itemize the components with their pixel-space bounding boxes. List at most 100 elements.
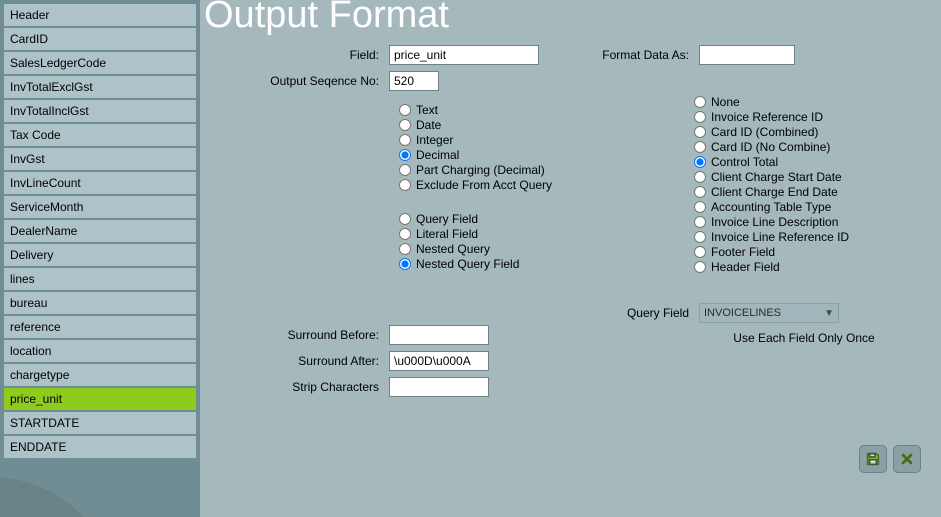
radio-date[interactable]: Date bbox=[399, 118, 604, 132]
query-field-value: INVOICELINES bbox=[704, 307, 781, 319]
radio-label: Accounting Table Type bbox=[711, 200, 831, 214]
radio-label: Footer Field bbox=[711, 245, 775, 259]
radio-label: Query Field bbox=[416, 212, 478, 226]
radio-input[interactable] bbox=[399, 119, 411, 131]
radio-input[interactable] bbox=[694, 171, 706, 183]
sidebar-item-servicemonth[interactable]: ServiceMonth bbox=[4, 196, 196, 218]
radio-exclude-from-acct-query[interactable]: Exclude From Acct Query bbox=[399, 178, 604, 192]
cancel-button[interactable] bbox=[893, 445, 921, 473]
seq-input[interactable] bbox=[389, 71, 439, 91]
field-input[interactable] bbox=[389, 45, 539, 65]
radio-card-id-no-combine-[interactable]: Card ID (No Combine) bbox=[694, 140, 929, 154]
radio-input[interactable] bbox=[694, 186, 706, 198]
right-column: Format Data As: NoneInvoice Reference ID… bbox=[599, 45, 929, 275]
sidebar-item-delivery[interactable]: Delivery bbox=[4, 244, 196, 266]
radio-input[interactable] bbox=[694, 156, 706, 168]
radio-input[interactable] bbox=[399, 213, 411, 225]
radio-input[interactable] bbox=[694, 246, 706, 258]
sidebar-item-chargetype[interactable]: chargetype bbox=[4, 364, 196, 386]
sidebar-item-enddate[interactable]: ENDDATE bbox=[4, 436, 196, 458]
sidebar-item-invlinecount[interactable]: InvLineCount bbox=[4, 172, 196, 194]
radio-control-total[interactable]: Control Total bbox=[694, 155, 929, 169]
sidebar-item-price-unit[interactable]: price_unit bbox=[4, 388, 196, 410]
radio-input[interactable] bbox=[399, 228, 411, 240]
radio-accounting-table-type[interactable]: Accounting Table Type bbox=[694, 200, 929, 214]
radio-label: Nested Query Field bbox=[416, 257, 519, 271]
radio-literal-field[interactable]: Literal Field bbox=[399, 227, 604, 241]
action-buttons bbox=[859, 445, 921, 473]
radio-input[interactable] bbox=[399, 149, 411, 161]
strip-input[interactable] bbox=[389, 377, 489, 397]
left-column: Field: Output Seqence No: TextDateIntege… bbox=[224, 45, 604, 272]
radio-nested-query[interactable]: Nested Query bbox=[399, 242, 604, 256]
close-icon bbox=[899, 451, 915, 467]
field-label: Field: bbox=[224, 48, 389, 62]
radio-query-field[interactable]: Query Field bbox=[399, 212, 604, 226]
radio-input[interactable] bbox=[399, 258, 411, 270]
save-button[interactable] bbox=[859, 445, 887, 473]
radio-input[interactable] bbox=[399, 243, 411, 255]
sidebar-item-invgst[interactable]: InvGst bbox=[4, 148, 196, 170]
radio-none[interactable]: None bbox=[694, 95, 929, 109]
lower-left: Surround Before: Surround After: Strip C… bbox=[224, 325, 604, 403]
sidebar-item-location[interactable]: location bbox=[4, 340, 196, 362]
sidebar-item-invtotalinclgst[interactable]: InvTotalInclGst bbox=[4, 100, 196, 122]
sidebar-item-salesledgercode[interactable]: SalesLedgerCode bbox=[4, 52, 196, 74]
query-field-dropdown[interactable]: INVOICELINES ▼ bbox=[699, 303, 839, 323]
radio-input[interactable] bbox=[694, 111, 706, 123]
source-radio-group: Query FieldLiteral FieldNested QueryNest… bbox=[399, 212, 604, 271]
radio-input[interactable] bbox=[694, 141, 706, 153]
radio-input[interactable] bbox=[694, 231, 706, 243]
format-as-input[interactable] bbox=[699, 45, 795, 65]
format-as-label: Format Data As: bbox=[599, 48, 699, 62]
radio-client-charge-start-date[interactable]: Client Charge Start Date bbox=[694, 170, 929, 184]
radio-nested-query-field[interactable]: Nested Query Field bbox=[399, 257, 604, 271]
radio-label: Integer bbox=[416, 133, 453, 147]
sidebar-item-bureau[interactable]: bureau bbox=[4, 292, 196, 314]
surround-after-label: Surround After: bbox=[224, 354, 389, 368]
main-panel: Output Format Field: Output Seqence No: … bbox=[200, 0, 941, 517]
save-icon bbox=[865, 451, 881, 467]
radio-client-charge-end-date[interactable]: Client Charge End Date bbox=[694, 185, 929, 199]
radio-label: Date bbox=[416, 118, 441, 132]
radio-invoice-line-description[interactable]: Invoice Line Description bbox=[694, 215, 929, 229]
sidebar-item-reference[interactable]: reference bbox=[4, 316, 196, 338]
type-radio-group: TextDateIntegerDecimalPart Charging (Dec… bbox=[399, 103, 604, 192]
radio-text[interactable]: Text bbox=[399, 103, 604, 117]
lower-right: Query Field INVOICELINES ▼ Use Each Fiel… bbox=[599, 303, 929, 345]
decorative-arc bbox=[0, 467, 120, 517]
radio-input[interactable] bbox=[694, 216, 706, 228]
radio-label: Invoice Reference ID bbox=[711, 110, 823, 124]
strip-label: Strip Characters bbox=[224, 380, 389, 394]
radio-part-charging-decimal-[interactable]: Part Charging (Decimal) bbox=[399, 163, 604, 177]
chevron-down-icon: ▼ bbox=[824, 308, 834, 319]
sidebar-item-header[interactable]: Header bbox=[4, 4, 196, 26]
radio-header-field[interactable]: Header Field bbox=[694, 260, 929, 274]
sidebar-item-invtotalexclgst[interactable]: InvTotalExclGst bbox=[4, 76, 196, 98]
sidebar-item-dealername[interactable]: DealerName bbox=[4, 220, 196, 242]
radio-input[interactable] bbox=[399, 104, 411, 116]
radio-invoice-line-reference-id[interactable]: Invoice Line Reference ID bbox=[694, 230, 929, 244]
radio-invoice-reference-id[interactable]: Invoice Reference ID bbox=[694, 110, 929, 124]
form-area: Field: Output Seqence No: TextDateIntege… bbox=[204, 45, 941, 465]
radio-input[interactable] bbox=[694, 96, 706, 108]
radio-input[interactable] bbox=[399, 134, 411, 146]
special-radio-group: NoneInvoice Reference IDCard ID (Combine… bbox=[694, 95, 929, 274]
seq-label: Output Seqence No: bbox=[224, 74, 389, 88]
radio-input[interactable] bbox=[694, 201, 706, 213]
radio-footer-field[interactable]: Footer Field bbox=[694, 245, 929, 259]
sidebar-item-tax-code[interactable]: Tax Code bbox=[4, 124, 196, 146]
radio-card-id-combined-[interactable]: Card ID (Combined) bbox=[694, 125, 929, 139]
surround-before-input[interactable] bbox=[389, 325, 489, 345]
radio-input[interactable] bbox=[694, 126, 706, 138]
sidebar-item-startdate[interactable]: STARTDATE bbox=[4, 412, 196, 434]
radio-input[interactable] bbox=[694, 261, 706, 273]
radio-decimal[interactable]: Decimal bbox=[399, 148, 604, 162]
sidebar-item-lines[interactable]: lines bbox=[4, 268, 196, 290]
radio-input[interactable] bbox=[399, 179, 411, 191]
surround-after-input[interactable] bbox=[389, 351, 489, 371]
sidebar-item-cardid[interactable]: CardID bbox=[4, 28, 196, 50]
radio-input[interactable] bbox=[399, 164, 411, 176]
sidebar: HeaderCardIDSalesLedgerCodeInvTotalExclG… bbox=[0, 0, 200, 517]
radio-integer[interactable]: Integer bbox=[399, 133, 604, 147]
